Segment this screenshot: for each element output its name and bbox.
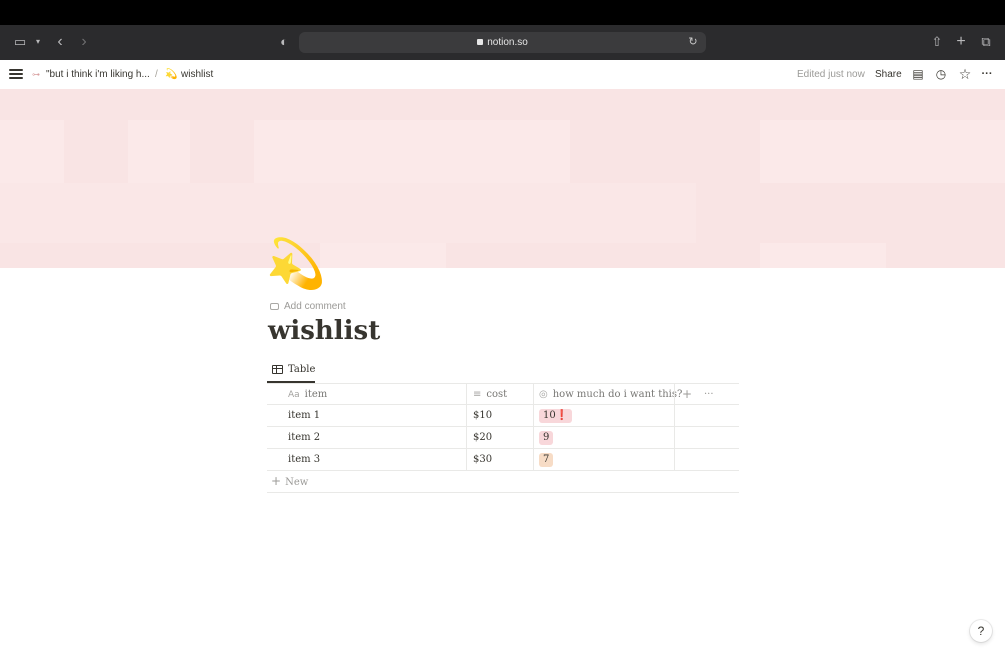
comments-icon[interactable]: ▤	[910, 66, 926, 82]
select-property-icon: ◎	[539, 389, 548, 400]
table-row[interactable]: item 2 $20 9	[267, 427, 739, 449]
cell-cost[interactable]: $30	[466, 449, 533, 470]
comment-icon	[270, 303, 279, 310]
os-menu-bar	[0, 0, 1005, 25]
new-label: New	[285, 477, 309, 488]
column-label: cost	[486, 389, 508, 400]
cell-item[interactable]: item 3	[267, 449, 466, 470]
hamburger-menu-icon[interactable]	[9, 67, 23, 81]
cell-want[interactable]: 9	[533, 427, 674, 448]
column-label: how much do i want this?	[552, 389, 683, 400]
cell-want[interactable]: 10❗	[533, 405, 674, 426]
breadcrumb-parent[interactable]: "but i think i'm liking h...	[46, 60, 150, 89]
lock-icon	[477, 39, 484, 45]
cover-pattern	[128, 120, 190, 183]
reload-icon[interactable]: ↻	[684, 33, 702, 51]
notion-topbar: ⊶ "but i think i'm liking h... / 💫 wishl…	[0, 60, 1005, 89]
cell-empty	[674, 449, 739, 470]
add-property-button[interactable]: +	[682, 384, 692, 405]
new-row-button[interactable]: + New	[267, 471, 739, 493]
cell-empty	[674, 405, 739, 426]
cell-item[interactable]: item 2	[267, 427, 466, 448]
favorite-star-icon[interactable]: ☆	[957, 66, 973, 82]
cover-pattern	[254, 120, 570, 183]
cell-empty	[674, 427, 739, 448]
cell-cost[interactable]: $20	[466, 427, 533, 448]
browser-toolbar: ▭ ▾ ‹ › ◐ notion.so ↻ ⇧ + ⧉	[0, 25, 1005, 60]
table-row[interactable]: item 1 $10 10❗	[267, 405, 739, 427]
number-property-icon: ≡	[473, 389, 482, 400]
privacy-shield-icon[interactable]: ◐	[275, 33, 293, 51]
history-clock-icon[interactable]: ◷	[933, 66, 949, 82]
page-emoji-icon[interactable]: 💫	[266, 236, 326, 294]
page-cover[interactable]	[0, 89, 1005, 268]
back-arrow-icon[interactable]: ‹	[51, 33, 69, 51]
cover-pattern	[0, 120, 64, 183]
cover-pattern	[760, 243, 886, 268]
url-text: notion.so	[487, 37, 528, 48]
select-tag: 7	[539, 453, 554, 467]
select-tag: 10❗	[539, 409, 573, 423]
new-tab-icon[interactable]: +	[952, 33, 970, 51]
breadcrumb-current[interactable]: wishlist	[181, 60, 213, 89]
forward-arrow-icon[interactable]: ›	[75, 33, 93, 51]
cover-pattern	[320, 243, 446, 268]
share-button[interactable]: Share	[875, 60, 902, 89]
share-sheet-icon[interactable]: ⇧	[928, 33, 946, 51]
breadcrumb-separator: /	[155, 69, 158, 80]
text-property-icon: Aa	[288, 390, 300, 400]
cover-pattern	[760, 120, 1005, 183]
select-tag: 9	[539, 431, 554, 445]
more-properties-button[interactable]: ···	[704, 384, 714, 405]
help-button[interactable]: ?	[970, 620, 992, 642]
chevron-down-icon[interactable]: ▾	[29, 33, 47, 51]
tab-overview-icon[interactable]: ⧉	[977, 33, 995, 51]
database-table: Aa item ≡ cost ◎ how much do i want this? +…	[267, 383, 739, 493]
column-header-cost[interactable]: ≡ cost	[466, 384, 533, 405]
edited-status: Edited just now	[797, 69, 865, 80]
cell-cost[interactable]: $10	[466, 405, 533, 426]
add-comment-label: Add comment	[284, 301, 346, 312]
page-title[interactable]: wishlist	[268, 313, 380, 349]
tab-table-view[interactable]: Table	[267, 361, 315, 383]
address-bar[interactable]: notion.so ↻	[299, 32, 706, 53]
tab-label: Table	[288, 364, 316, 375]
table-icon	[272, 365, 283, 374]
plus-icon: +	[271, 474, 282, 488]
sidebar-toggle-icon[interactable]: ▭	[11, 33, 29, 51]
column-label: item	[304, 389, 328, 400]
column-header-want[interactable]: ◎ how much do i want this?	[533, 384, 682, 405]
new-row-label: + New	[271, 471, 308, 492]
url-display: notion.so	[299, 32, 706, 53]
cell-item[interactable]: item 1	[267, 405, 466, 426]
column-header-item[interactable]: Aa item	[267, 384, 466, 405]
add-comment-button[interactable]: Add comment	[270, 299, 346, 314]
column-header-actions: + ···	[674, 384, 739, 405]
table-row[interactable]: item 3 $30 7	[267, 449, 739, 471]
table-header-row: Aa item ≡ cost ◎ how much do i want this? +…	[267, 383, 739, 405]
breadcrumb-current-icon: 💫	[165, 69, 178, 80]
cell-want[interactable]: 7	[533, 449, 674, 470]
cover-pattern	[0, 183, 696, 243]
breadcrumb-parent-icon: ⊶	[32, 70, 40, 79]
more-options-icon[interactable]: ···	[979, 66, 995, 82]
